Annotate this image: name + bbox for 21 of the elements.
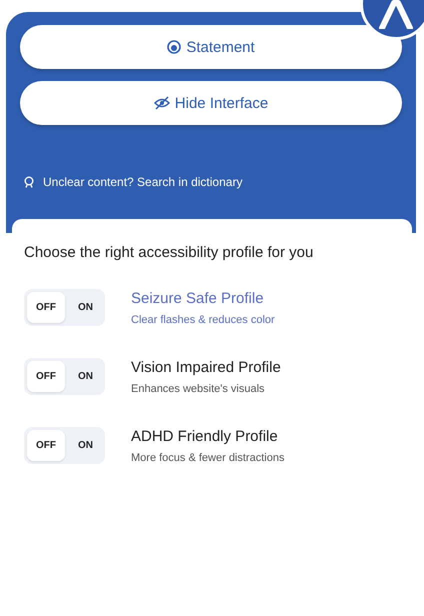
profile-title[interactable]: Vision Impaired Profile <box>131 358 281 376</box>
statement-button[interactable]: Statement <box>20 25 402 69</box>
eye-off-icon <box>154 96 170 110</box>
profile-description: More focus & fewer distractions <box>131 452 284 464</box>
profiles-heading: Choose the right accessibility profile for you <box>24 243 314 263</box>
profile-description: Clear flashes & reduces color <box>131 314 275 326</box>
profile-title[interactable]: ADHD Friendly Profile <box>131 428 284 444</box>
on-option[interactable]: ON <box>69 430 102 461</box>
on-option[interactable]: ON <box>69 361 102 392</box>
dictionary-link[interactable]: Unclear content? Search in dictionary <box>43 175 242 189</box>
off-option[interactable]: OFF <box>27 430 65 461</box>
profile-description: Enhances website's visuals <box>131 382 266 394</box>
on-option[interactable]: ON <box>69 292 102 323</box>
profile-toggle[interactable]: OFF ON <box>24 427 105 464</box>
profile-toggle[interactable]: OFF ON <box>24 358 105 395</box>
hide-interface-button[interactable]: Hide Interface <box>20 81 402 125</box>
off-option[interactable]: OFF <box>27 361 65 392</box>
profile-title[interactable]: Seizure Safe Profile <box>131 290 275 306</box>
profile-toggle[interactable]: OFF ON <box>24 289 105 326</box>
badge-icon <box>167 40 182 54</box>
off-option[interactable]: OFF <box>27 292 65 323</box>
